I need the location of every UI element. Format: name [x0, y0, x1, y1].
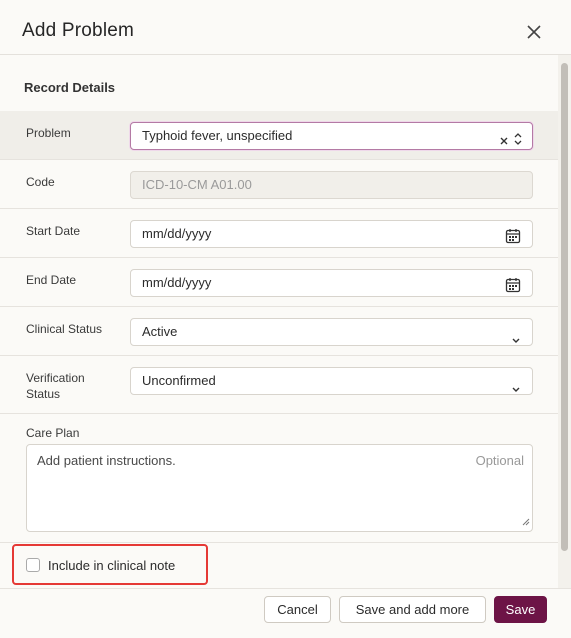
clear-icon[interactable]	[498, 130, 510, 156]
chevron-down-icon	[511, 328, 521, 354]
problem-value: Typhoid fever, unspecified	[142, 128, 293, 143]
end-date-placeholder: mm/dd/yyyy	[142, 275, 212, 290]
calendar-icon[interactable]	[505, 227, 521, 253]
problem-row: Problem Typhoid fever, unspecified	[0, 111, 558, 160]
problem-select[interactable]: Typhoid fever, unspecified	[130, 122, 533, 150]
verification-status-row: Verification Status Unconfirmed	[0, 356, 558, 414]
modal-title: Add Problem	[22, 20, 135, 41]
start-date-placeholder: mm/dd/yyyy	[142, 226, 212, 241]
calendar-icon[interactable]	[505, 276, 521, 302]
chevron-down-icon	[511, 377, 521, 403]
resize-handle-icon[interactable]	[522, 514, 530, 529]
care-plan-label: Care Plan	[26, 426, 80, 440]
scrollbar[interactable]	[558, 55, 571, 588]
cancel-button[interactable]: Cancel	[264, 596, 331, 623]
start-date-row: Start Date mm/dd/yyyy	[0, 209, 558, 258]
scrollbar-thumb[interactable]	[561, 63, 568, 551]
end-date-input[interactable]: mm/dd/yyyy	[130, 269, 533, 297]
start-date-label: Start Date	[26, 224, 81, 238]
include-in-note-checkbox[interactable]	[26, 558, 40, 572]
care-plan-textarea[interactable]: Add patient instructions. Optional	[26, 444, 533, 532]
modal-body: Record Details Problem Typhoid fever, un…	[0, 55, 558, 588]
sort-icon	[513, 129, 523, 155]
care-plan-placeholder: Add patient instructions.	[37, 453, 176, 468]
save-and-add-more-button[interactable]: Save and add more	[339, 596, 486, 623]
code-row: Code ICD-10-CM A01.00	[0, 160, 558, 209]
clinical-status-row: Clinical Status Active	[0, 307, 558, 356]
verification-status-label-line1: Verification	[26, 371, 85, 385]
clinical-status-value: Active	[142, 324, 178, 339]
save-button[interactable]: Save	[494, 596, 547, 623]
code-label: Code	[26, 175, 55, 189]
optional-hint: Optional	[475, 453, 524, 468]
start-date-input[interactable]: mm/dd/yyyy	[130, 220, 533, 248]
verification-status-select[interactable]: Unconfirmed	[130, 367, 533, 395]
verification-status-value: Unconfirmed	[142, 373, 216, 388]
code-field: ICD-10-CM A01.00	[130, 171, 533, 199]
verification-status-label: Verification Status	[26, 370, 85, 402]
section-title: Record Details	[24, 80, 116, 95]
close-icon[interactable]	[524, 22, 544, 42]
code-value: ICD-10-CM A01.00	[142, 177, 252, 192]
include-in-note-label[interactable]: Include in clinical note	[48, 558, 175, 573]
end-date-row: End Date mm/dd/yyyy	[0, 258, 558, 307]
include-in-note-highlight: Include in clinical note	[12, 544, 208, 585]
problem-label: Problem	[26, 126, 71, 140]
clinical-status-label: Clinical Status	[26, 322, 103, 336]
modal-header: Add Problem	[0, 0, 571, 55]
footer-divider	[0, 588, 571, 589]
add-problem-modal: Add Problem Record Details Problem Typho…	[0, 0, 571, 638]
clinical-status-select[interactable]: Active	[130, 318, 533, 346]
end-date-label: End Date	[26, 273, 77, 287]
verification-status-label-line2: Status	[26, 387, 61, 401]
